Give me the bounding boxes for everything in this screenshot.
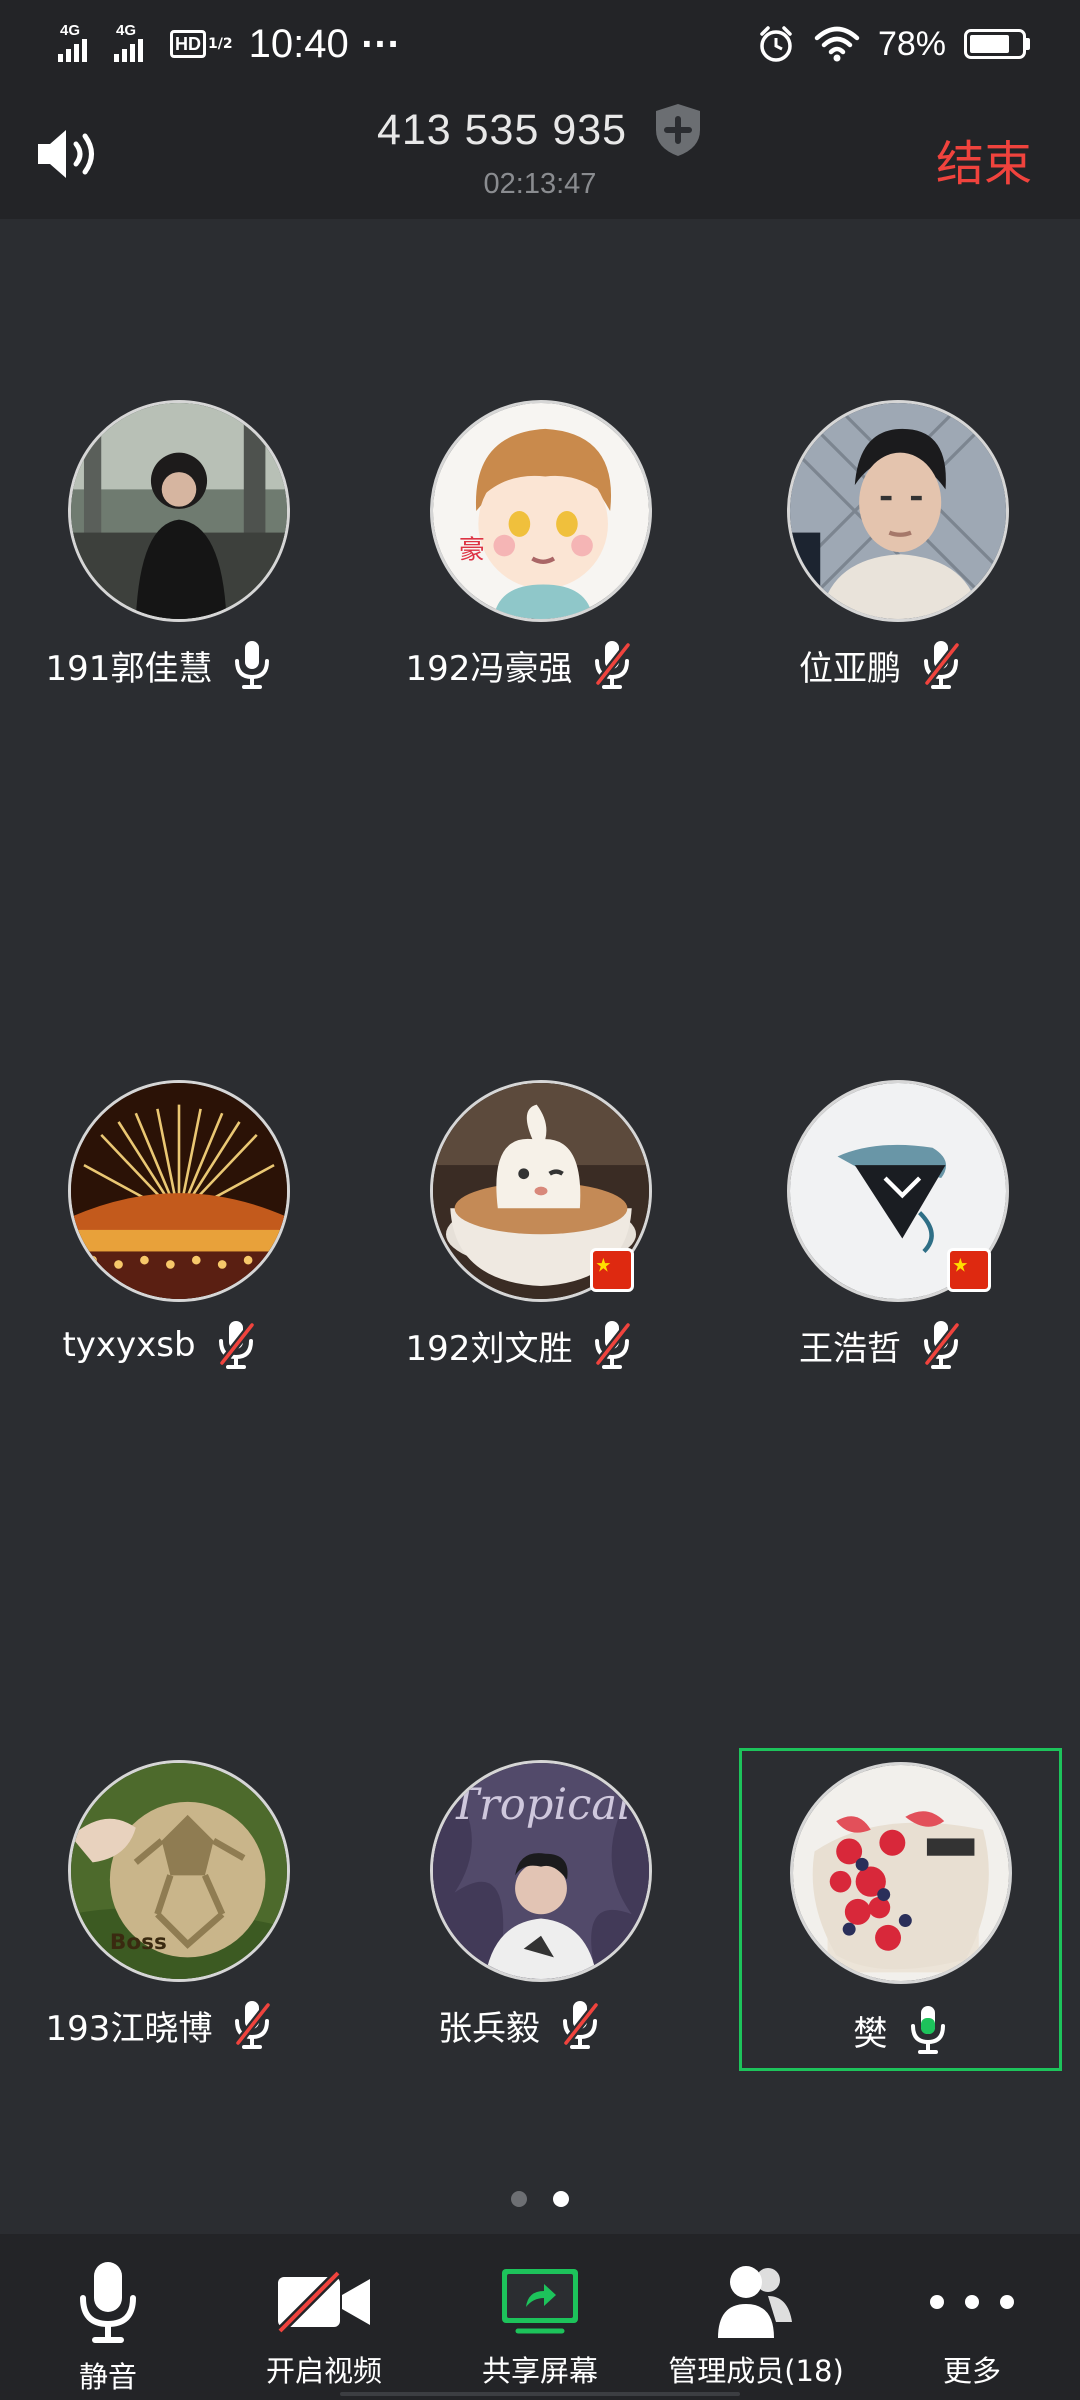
mic-muted-icon xyxy=(595,641,632,689)
status-bar: 4G 4G HD 1/2 10:40 ··· 78% xyxy=(0,0,1080,84)
flag-badge-icon xyxy=(590,1248,634,1292)
mic-muted-icon xyxy=(235,2001,272,2049)
call-header: 413 535 935 02:13:47 结束 xyxy=(0,84,1080,219)
mic-muted-icon xyxy=(923,1321,961,1369)
manage-members-button[interactable]: 管理成员(18) xyxy=(648,2234,864,2400)
page-dot-2[interactable] xyxy=(553,2191,569,2207)
mic-muted-icon xyxy=(923,641,961,689)
call-duration: 02:13:47 xyxy=(483,168,597,200)
participant-tile[interactable]: 豪 192冯豪强 xyxy=(374,388,664,718)
avatar xyxy=(68,1080,290,1302)
more-dots-icon xyxy=(930,2295,1014,2309)
participant-tile[interactable]: Boss 193江晓博 xyxy=(14,1748,304,2078)
avatar: Boss xyxy=(68,1760,290,1982)
participant-name: tyxyxsb xyxy=(62,1325,196,1365)
participant-tile[interactable]: 191郭佳慧 xyxy=(14,388,304,718)
svg-text:豪: 豪 xyxy=(459,536,485,566)
more-notifications-icon: ··· xyxy=(360,25,401,63)
participant-tile[interactable]: Tropical 张兵毅 xyxy=(374,1748,664,2078)
wifi-icon xyxy=(814,26,860,62)
participant-tile[interactable]: 192刘文胜 xyxy=(374,1068,664,1398)
mic-speaking-icon xyxy=(910,2006,945,2054)
alarm-icon xyxy=(760,26,792,62)
svg-text:Tropical: Tropical xyxy=(450,1780,631,1830)
participant-name: 191郭佳慧 xyxy=(45,648,213,689)
mic-icon xyxy=(235,641,270,689)
mute-button[interactable]: 静音 xyxy=(0,2234,216,2400)
participant-tile[interactable]: 位亚鹏 xyxy=(735,388,1025,718)
avatar xyxy=(787,400,1009,622)
avatar xyxy=(68,400,290,622)
hd-voice-icon: HD 1/2 xyxy=(170,30,233,58)
avatar: 豪 xyxy=(430,400,652,622)
signal-icon: 4G xyxy=(114,22,160,66)
meeting-id[interactable]: 413 535 935 xyxy=(377,106,627,155)
battery-percent: 78% xyxy=(877,24,946,63)
more-button[interactable]: 更多 xyxy=(864,2234,1080,2400)
members-icon xyxy=(718,2266,792,2338)
participant-name: 王浩哲 xyxy=(799,1328,901,1369)
start-video-button[interactable]: 开启视频 xyxy=(216,2234,432,2400)
shield-icon[interactable] xyxy=(653,102,703,158)
flag-badge-icon xyxy=(947,1248,991,1292)
mic-muted-icon xyxy=(562,2001,600,2049)
battery-fill xyxy=(970,35,1009,53)
participant-name: 樊 xyxy=(853,2013,888,2054)
battery-icon xyxy=(964,29,1030,59)
share-screen-button[interactable]: 共享屏幕 xyxy=(432,2234,648,2400)
participant-name: 192刘文胜 xyxy=(405,1328,573,1369)
page-dot-1[interactable] xyxy=(511,2191,527,2207)
mic-muted-icon xyxy=(218,1321,255,1369)
avatar xyxy=(790,1762,1012,1984)
end-call-button[interactable]: 结束 xyxy=(936,124,1032,194)
avatar: Tropical xyxy=(430,1760,652,1982)
participant-name: 193江晓博 xyxy=(45,2008,213,2049)
participant-tile[interactable]: 樊 xyxy=(739,1748,1062,2071)
signal-icon: 4G xyxy=(58,22,104,66)
bottom-toolbar: 静音 开启视频 共享屏幕 管理成员(18) 更多 xyxy=(0,2234,1080,2400)
participant-name: 张兵毅 xyxy=(438,2008,540,2049)
video-off-icon xyxy=(276,2269,370,2335)
participant-name: 位亚鹏 xyxy=(799,648,901,689)
mic-muted-icon xyxy=(595,1321,632,1369)
clock: 10:40 xyxy=(248,21,349,66)
svg-text:Boss: Boss xyxy=(110,1930,167,1955)
participant-name: 192冯豪强 xyxy=(405,648,573,689)
share-screen-icon xyxy=(502,2269,578,2334)
page-indicator[interactable] xyxy=(0,2191,1080,2207)
home-indicator xyxy=(340,2392,740,2396)
participant-tile[interactable]: tyxyxsb xyxy=(14,1068,304,1398)
participant-tile[interactable]: 王浩哲 xyxy=(735,1068,1025,1398)
microphone-icon xyxy=(80,2262,136,2343)
